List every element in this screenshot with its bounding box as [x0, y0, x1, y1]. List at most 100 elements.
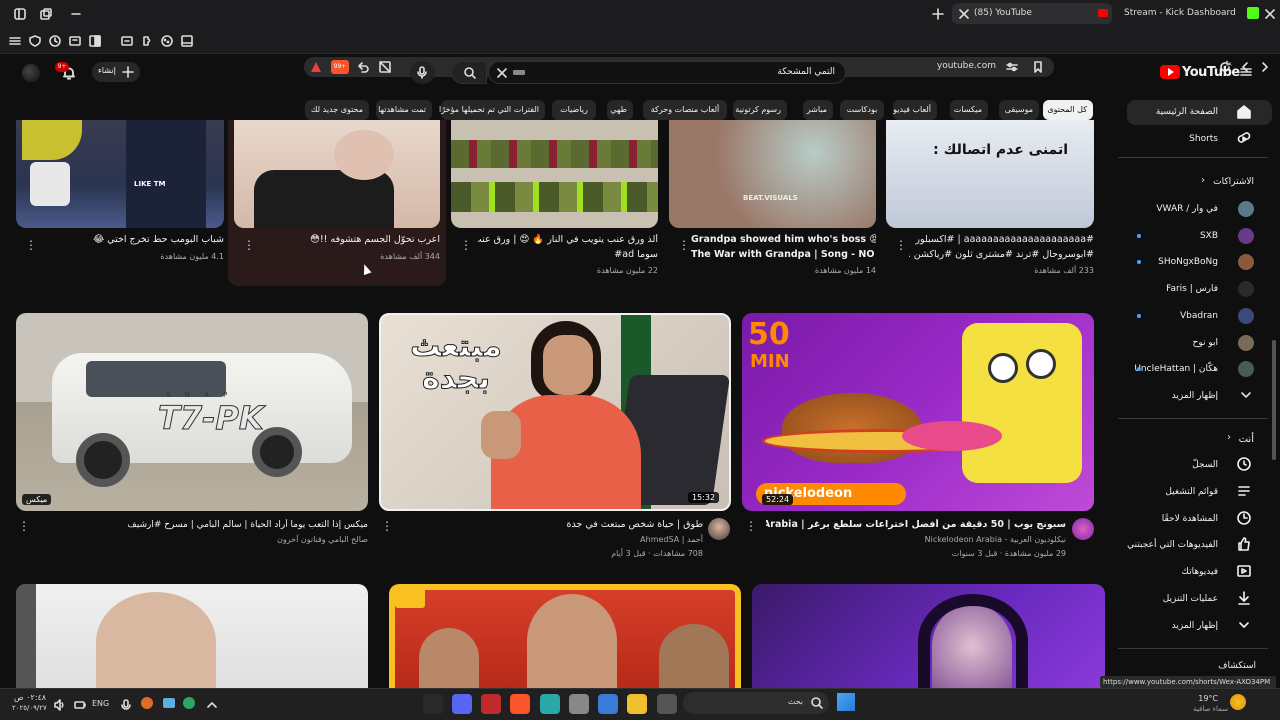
more-options-icon[interactable]: ⋮ [745, 519, 757, 533]
downloads-icon[interactable] [1236, 590, 1254, 608]
address-text[interactable]: youtube.com [930, 61, 996, 71]
file-explorer-icon[interactable] [627, 694, 647, 714]
chip-filter[interactable]: ألعاب فيديو [893, 100, 937, 120]
voice-app-icon[interactable] [481, 694, 501, 714]
app-icon[interactable] [657, 694, 677, 714]
channel-avatar[interactable] [708, 518, 730, 540]
video-thumbnail[interactable]: LIKE TM [16, 120, 224, 228]
weather-icon[interactable] [1230, 694, 1246, 710]
tab-youtube[interactable]: (85) YouTube [952, 3, 1112, 24]
you-header[interactable]: أنت [1239, 434, 1254, 445]
battery-icon[interactable] [72, 697, 88, 713]
app-tray-icon[interactable] [141, 697, 153, 709]
subscription-name[interactable]: Vbadran [1180, 311, 1218, 321]
panel-icon[interactable] [87, 33, 103, 49]
video-title-line2[interactable]: سوما ad# [478, 249, 658, 261]
channel-avatar[interactable] [1072, 518, 1094, 540]
more-options-icon[interactable]: ⋮ [895, 238, 907, 252]
voice-search-button[interactable] [410, 61, 435, 84]
tab-overview-icon[interactable] [38, 6, 54, 22]
subscription-avatar[interactable] [1238, 254, 1254, 271]
you-item-label[interactable]: المشاهدة لاحقًا [1162, 514, 1218, 524]
subscription-avatar[interactable] [1238, 281, 1254, 298]
video-title[interactable]: طوق | حياة شخص مبتعث في جدة [423, 519, 703, 531]
video-thumbnail[interactable]: 50 MIN nickelodeon 52:24 [742, 313, 1094, 511]
chip-filter[interactable]: ألعاب منصات وحركة [643, 100, 727, 120]
weather-temp[interactable]: 19°C [1198, 694, 1218, 703]
cookie-icon[interactable] [159, 33, 175, 49]
search-input[interactable]: التمي المشحكة [488, 61, 846, 84]
you-item-label[interactable]: عمليات التنزيل [1163, 594, 1218, 604]
site-settings-icon[interactable] [1004, 59, 1020, 75]
subscription-avatar[interactable] [1238, 334, 1254, 351]
channel-name[interactable]: نيكلوديون العربية - Nickelodeon Arabia [925, 535, 1066, 544]
video-title[interactable]: ميكس إذا التعب يوما أراد الحياة | سالم ا… [48, 519, 368, 531]
subscription-avatar[interactable] [1238, 227, 1254, 244]
sidebar-show-more[interactable]: إظهار المزيد [1172, 391, 1218, 401]
you-item-label[interactable]: الفيديوهات التي أعجبتني [1127, 540, 1218, 550]
store-icon[interactable] [598, 694, 618, 714]
brave-browser-icon[interactable] [510, 694, 530, 714]
you-item-label[interactable]: إظهار المزيد [1172, 621, 1218, 631]
chip-filter[interactable]: رياضيات [552, 100, 596, 120]
screenshot-icon[interactable] [179, 33, 195, 49]
more-options-icon[interactable]: ⋮ [243, 238, 255, 252]
more-options-icon[interactable]: ⋮ [678, 238, 690, 252]
capture-icon[interactable] [119, 33, 135, 49]
chip-filter[interactable]: بودكاست [840, 100, 884, 120]
keyboard-icon[interactable] [513, 70, 525, 75]
video-title[interactable]: شباب البومب حط تخرج اختي 😂 [34, 234, 224, 246]
new-tab-icon[interactable] [930, 6, 946, 22]
chip-filter[interactable]: ميكسات [950, 100, 988, 120]
more-options-icon[interactable]: ⋮ [381, 519, 393, 533]
chip-filter[interactable]: مباشر [803, 100, 833, 120]
create-button[interactable]: إنشاء [92, 62, 140, 82]
clear-search-icon[interactable] [494, 65, 510, 81]
undo-icon[interactable] [355, 59, 371, 75]
sidebar-scrollbar[interactable] [1272, 340, 1276, 460]
video-title[interactable]: اعرب تحوّل الجسم هتشوفه !!😳 [260, 234, 440, 246]
history-icon[interactable] [1236, 456, 1254, 474]
video-thumbnail[interactable]: S N A P T7-PK ميكس [16, 313, 368, 511]
microphone-icon[interactable] [118, 697, 134, 713]
clock-time[interactable]: ٠٢:٤٨ ص [14, 693, 46, 702]
liked-videos-icon[interactable] [1236, 536, 1254, 554]
mouse-app-icon[interactable] [569, 694, 589, 714]
video-thumbnail[interactable] [234, 120, 440, 228]
chip-filter[interactable]: طهي [607, 100, 633, 120]
chip-filter[interactable]: محتوى جديد لك [305, 100, 369, 120]
volume-icon[interactable] [52, 697, 68, 713]
chip-filter[interactable]: كل المحتوى [1043, 100, 1093, 120]
chevron-down-icon[interactable] [1236, 617, 1254, 635]
you-item-label[interactable]: السجلّ [1192, 460, 1218, 470]
subscription-name[interactable]: ابو نوح [1193, 338, 1218, 348]
watch-later-icon[interactable] [1236, 510, 1254, 528]
subscriptions-header[interactable]: الاشتراكات [1213, 177, 1254, 187]
subscription-avatar[interactable] [1238, 307, 1254, 324]
subscription-avatar[interactable] [1238, 201, 1254, 217]
subscription-name[interactable]: SHoNgxBoNg [1158, 257, 1218, 267]
chip-filter[interactable]: موسيقى [999, 100, 1039, 120]
shorts-icon[interactable] [1236, 131, 1254, 149]
video-thumbnail[interactable] [451, 120, 658, 228]
close-icon[interactable] [956, 6, 972, 22]
video-thumbnail[interactable] [389, 584, 741, 688]
minimize-icon[interactable] [68, 6, 84, 22]
steam-tray-icon[interactable] [163, 698, 175, 708]
bookmark-icon[interactable] [1030, 59, 1046, 75]
sidebar-toggle-icon[interactable] [12, 6, 28, 22]
chevron-up-icon[interactable] [204, 697, 220, 713]
search-button[interactable] [451, 61, 487, 84]
subscription-name[interactable]: في وار / VWAR [1156, 204, 1218, 214]
history-icon[interactable] [47, 33, 63, 49]
video-thumbnail[interactable] [752, 584, 1105, 688]
account-avatar[interactable] [22, 64, 40, 82]
channel-name[interactable]: أحمد | AhmedSA [640, 535, 703, 544]
you-item-label[interactable]: فيديوهاتك [1182, 567, 1218, 577]
video-title[interactable]: Grandpa showed him who's boss 😡 "" [691, 234, 876, 246]
close-window-icon[interactable] [1262, 6, 1278, 22]
your-videos-icon[interactable] [1236, 563, 1254, 581]
more-options-icon[interactable]: ⋮ [460, 238, 472, 252]
more-options-icon[interactable]: ⋮ [25, 238, 37, 252]
menu-icon[interactable] [7, 33, 23, 49]
